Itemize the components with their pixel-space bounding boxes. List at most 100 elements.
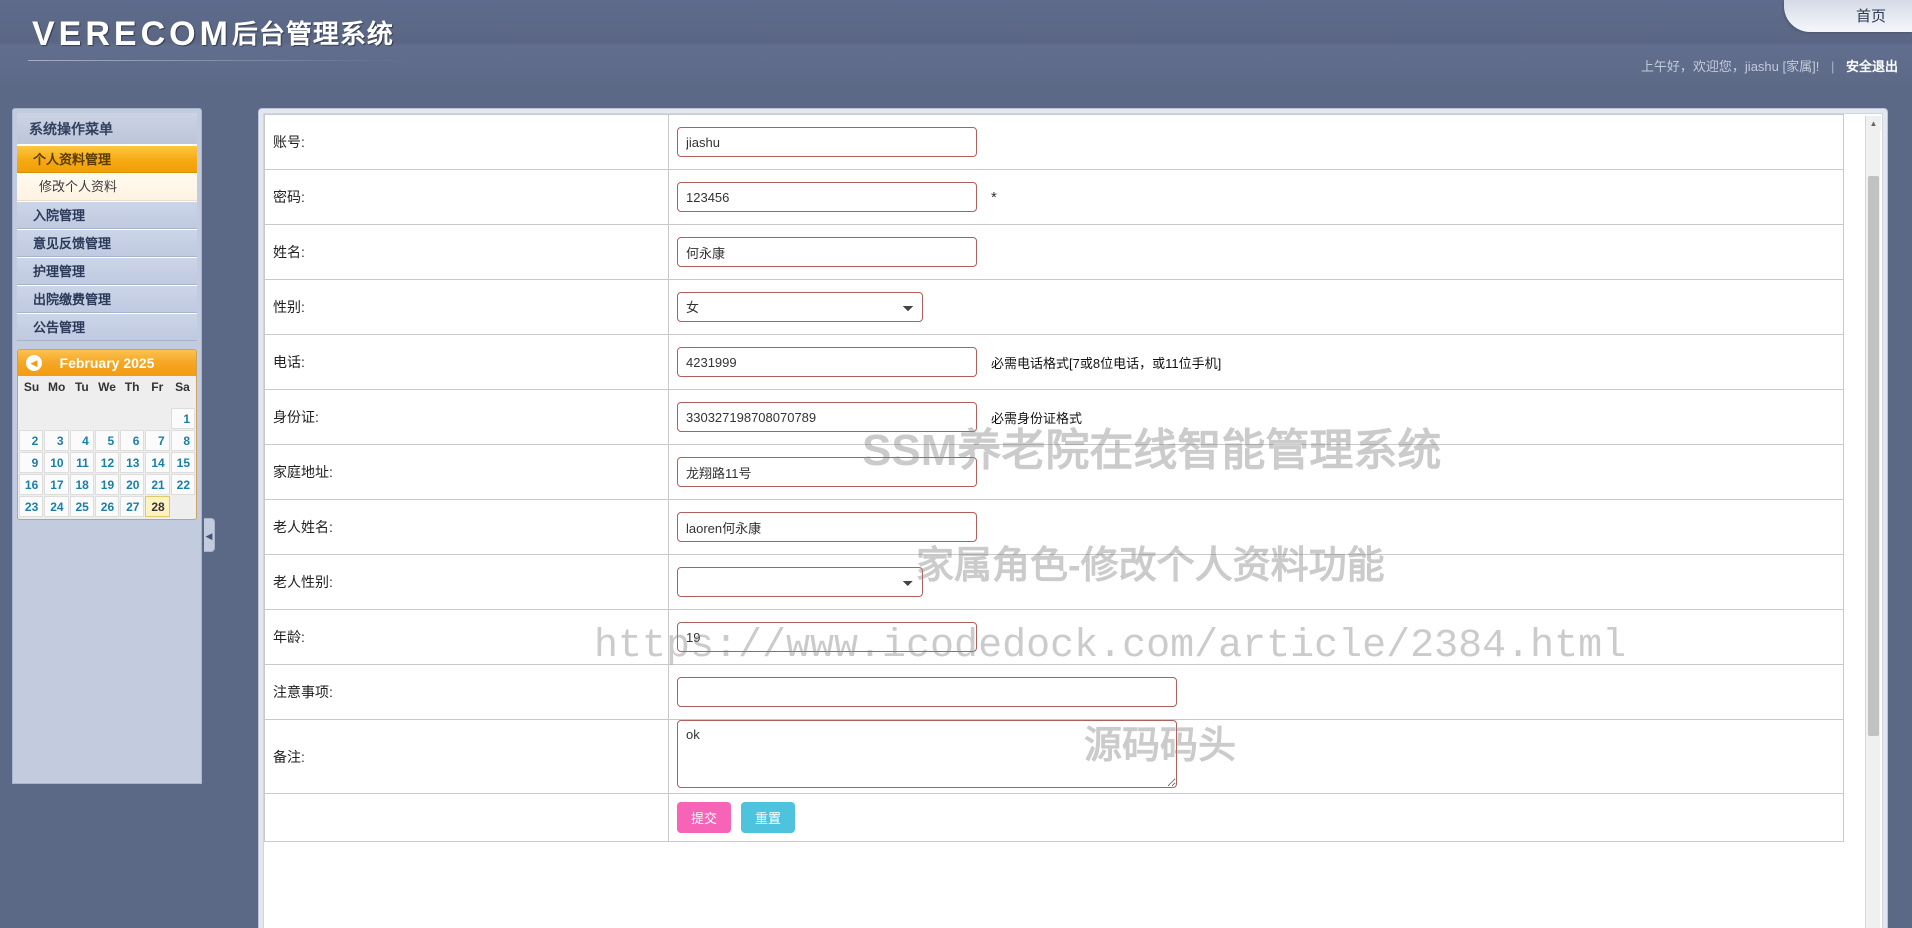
calendar-day[interactable]: 25 xyxy=(69,496,94,517)
calendar-day-today[interactable]: 28 xyxy=(145,496,170,517)
sidebar-subitem-edit-profile[interactable]: 修改个人资料 xyxy=(17,173,197,201)
calendar-day[interactable]: 20 xyxy=(120,474,145,495)
calendar-day[interactable]: 13 xyxy=(120,452,145,473)
calendar-prev-icon[interactable]: ◀ xyxy=(26,355,42,371)
calendar-day[interactable]: 4 xyxy=(69,430,94,451)
submit-button[interactable]: 提交 xyxy=(677,802,732,833)
form-field-input[interactable] xyxy=(677,677,1177,707)
form-value-cell: 男女 xyxy=(668,554,1844,610)
vertical-scroll-thumb[interactable] xyxy=(1868,176,1879,736)
calendar-day[interactable]: 3 xyxy=(44,430,69,451)
form-field-label: 电话: xyxy=(273,354,305,370)
content-panel: 账号: 密码: * 姓名: 性别: 女男电话: 必需电话格式[7或8位电话，或11位手机] 身… xyxy=(258,108,1888,928)
calendar-day[interactable]: 21 xyxy=(145,474,170,495)
form-field-label: 老人姓名: xyxy=(273,519,333,535)
sidebar: 系统操作菜单 个人资料管理 修改个人资料 入院管理 意见反馈管理 护理管理 出院… xyxy=(12,108,202,784)
form-field-label: 家庭地址: xyxy=(273,464,333,480)
logo-divider xyxy=(28,60,408,61)
sidebar-item-feedback[interactable]: 意见反馈管理 xyxy=(17,229,197,257)
calendar-day[interactable]: 5 xyxy=(94,430,120,451)
form-value-cell: 必需身份证格式 xyxy=(668,389,1844,445)
calendar-empty-cell xyxy=(120,408,144,429)
form-field-label: 密码: xyxy=(273,189,305,205)
reset-button[interactable]: 重置 xyxy=(741,802,796,833)
calendar-weekday: Su xyxy=(23,380,40,394)
form-label-cell: 备注: xyxy=(264,719,669,794)
form-field-input[interactable] xyxy=(677,457,977,487)
form-field-label: 性别: xyxy=(273,299,305,315)
brand-logo-main: VERECOM xyxy=(32,15,232,53)
form-label-cell: 性别: xyxy=(264,279,669,335)
form-row: 账号: xyxy=(264,114,1844,170)
calendar-day[interactable]: 15 xyxy=(170,452,195,473)
form-row: 身份证: 必需身份证格式 xyxy=(264,389,1844,445)
form-value-cell xyxy=(668,224,1844,280)
form-field-input[interactable] xyxy=(677,127,977,157)
tab-home[interactable]: 首页 xyxy=(1784,0,1912,32)
brand-logo: VERECOM后台管理系统 xyxy=(32,14,394,54)
form-row: 性别: 女男 xyxy=(264,279,1844,335)
brand-logo-sub: 后台管理系统 xyxy=(231,19,394,49)
content-inner: 账号: 密码: * 姓名: 性别: 女男电话: 必需电话格式[7或8位电话，或11位手机] 身… xyxy=(263,113,1883,928)
form-label-cell: 年龄: xyxy=(264,609,669,665)
tab-home-label: 首页 xyxy=(1855,8,1886,25)
form-row: 姓名: xyxy=(264,224,1844,280)
calendar-day[interactable]: 14 xyxy=(145,452,170,473)
form-row: 老人性别: 男女 xyxy=(264,554,1844,610)
form-field-input[interactable] xyxy=(677,237,977,267)
calendar-day[interactable]: 23 xyxy=(19,496,44,517)
welcome-separator: | xyxy=(1830,59,1835,74)
form-field-input[interactable]: 男女 xyxy=(677,567,923,597)
form-field-input[interactable] xyxy=(677,402,977,432)
calendar-day[interactable]: 19 xyxy=(94,474,120,495)
form-value-cell xyxy=(668,499,1844,555)
form-value-cell xyxy=(668,719,1844,794)
form-label-cell: 老人姓名: xyxy=(264,499,669,555)
calendar-day[interactable]: 22 xyxy=(170,474,195,495)
calendar-day[interactable]: 17 xyxy=(44,474,69,495)
sidebar-item-personal-data[interactable]: 个人资料管理 xyxy=(17,145,197,173)
calendar-day[interactable]: 7 xyxy=(145,430,170,451)
form-field-input[interactable] xyxy=(677,720,1177,788)
form-button-spacer xyxy=(264,793,669,842)
calendar-day[interactable]: 26 xyxy=(94,496,120,517)
form-value-cell: * xyxy=(668,169,1844,225)
scroll-up-icon[interactable]: ▲ xyxy=(1866,116,1881,131)
calendar-day[interactable]: 27 xyxy=(120,496,145,517)
welcome-text: 上午好，欢迎您，jiashu [家属]! xyxy=(1640,59,1820,74)
vertical-scrollbar[interactable]: ▲ ▼ xyxy=(1865,116,1881,928)
calendar-day[interactable]: 9 xyxy=(19,452,44,473)
calendar-empty-cell xyxy=(44,408,68,429)
calendar-day[interactable]: 2 xyxy=(19,430,44,451)
profile-form-body: 账号: 密码: * 姓名: 性别: 女男电话: 必需电话格式[7或8位电话，或11位手机] 身… xyxy=(264,114,1844,842)
form-field-input[interactable] xyxy=(677,182,977,212)
form-field-hint: 必需电话格式[7或8位电话，或11位手机] xyxy=(991,355,1222,371)
calendar-widget: ◀ February 2025 ▶ SuMoTuWeThFrSa 1234567… xyxy=(17,349,197,520)
calendar-day[interactable]: 1 xyxy=(170,408,195,429)
form-field-input[interactable]: 女男 xyxy=(677,292,923,322)
form-field-input[interactable] xyxy=(677,622,977,652)
profile-form-table: 账号: 密码: * 姓名: 性别: 女男电话: 必需电话格式[7或8位电话，或11位手机] 身… xyxy=(264,114,1844,842)
sidebar-item-announcement[interactable]: 公告管理 xyxy=(17,313,197,341)
logout-link[interactable]: 安全退出 xyxy=(1846,59,1898,74)
calendar-day[interactable]: 12 xyxy=(94,452,120,473)
sidebar-item-nursing[interactable]: 护理管理 xyxy=(17,257,197,285)
form-value-cell xyxy=(668,444,1844,500)
calendar-day[interactable]: 10 xyxy=(44,452,69,473)
calendar-day[interactable]: 8 xyxy=(170,430,195,451)
calendar-day[interactable]: 24 xyxy=(44,496,69,517)
calendar-day[interactable]: 11 xyxy=(69,452,94,473)
sidebar-item-admission[interactable]: 入院管理 xyxy=(17,201,197,229)
form-button-row: 提交 重置 xyxy=(264,793,1844,842)
form-field-input[interactable] xyxy=(677,347,977,377)
sidebar-item-discharge-payment[interactable]: 出院缴费管理 xyxy=(17,285,197,313)
calendar-day[interactable]: 16 xyxy=(19,474,44,495)
calendar-day[interactable]: 18 xyxy=(69,474,94,495)
form-row: 年龄: xyxy=(264,609,1844,665)
form-field-label: 注意事项: xyxy=(273,684,333,700)
sidebar-item-label: 个人资料管理 xyxy=(33,152,112,167)
form-label-cell: 身份证: xyxy=(264,389,669,445)
form-field-input[interactable] xyxy=(677,512,977,542)
sidebar-collapse-handle[interactable]: ◀ xyxy=(204,518,215,552)
calendar-day[interactable]: 6 xyxy=(120,430,145,451)
